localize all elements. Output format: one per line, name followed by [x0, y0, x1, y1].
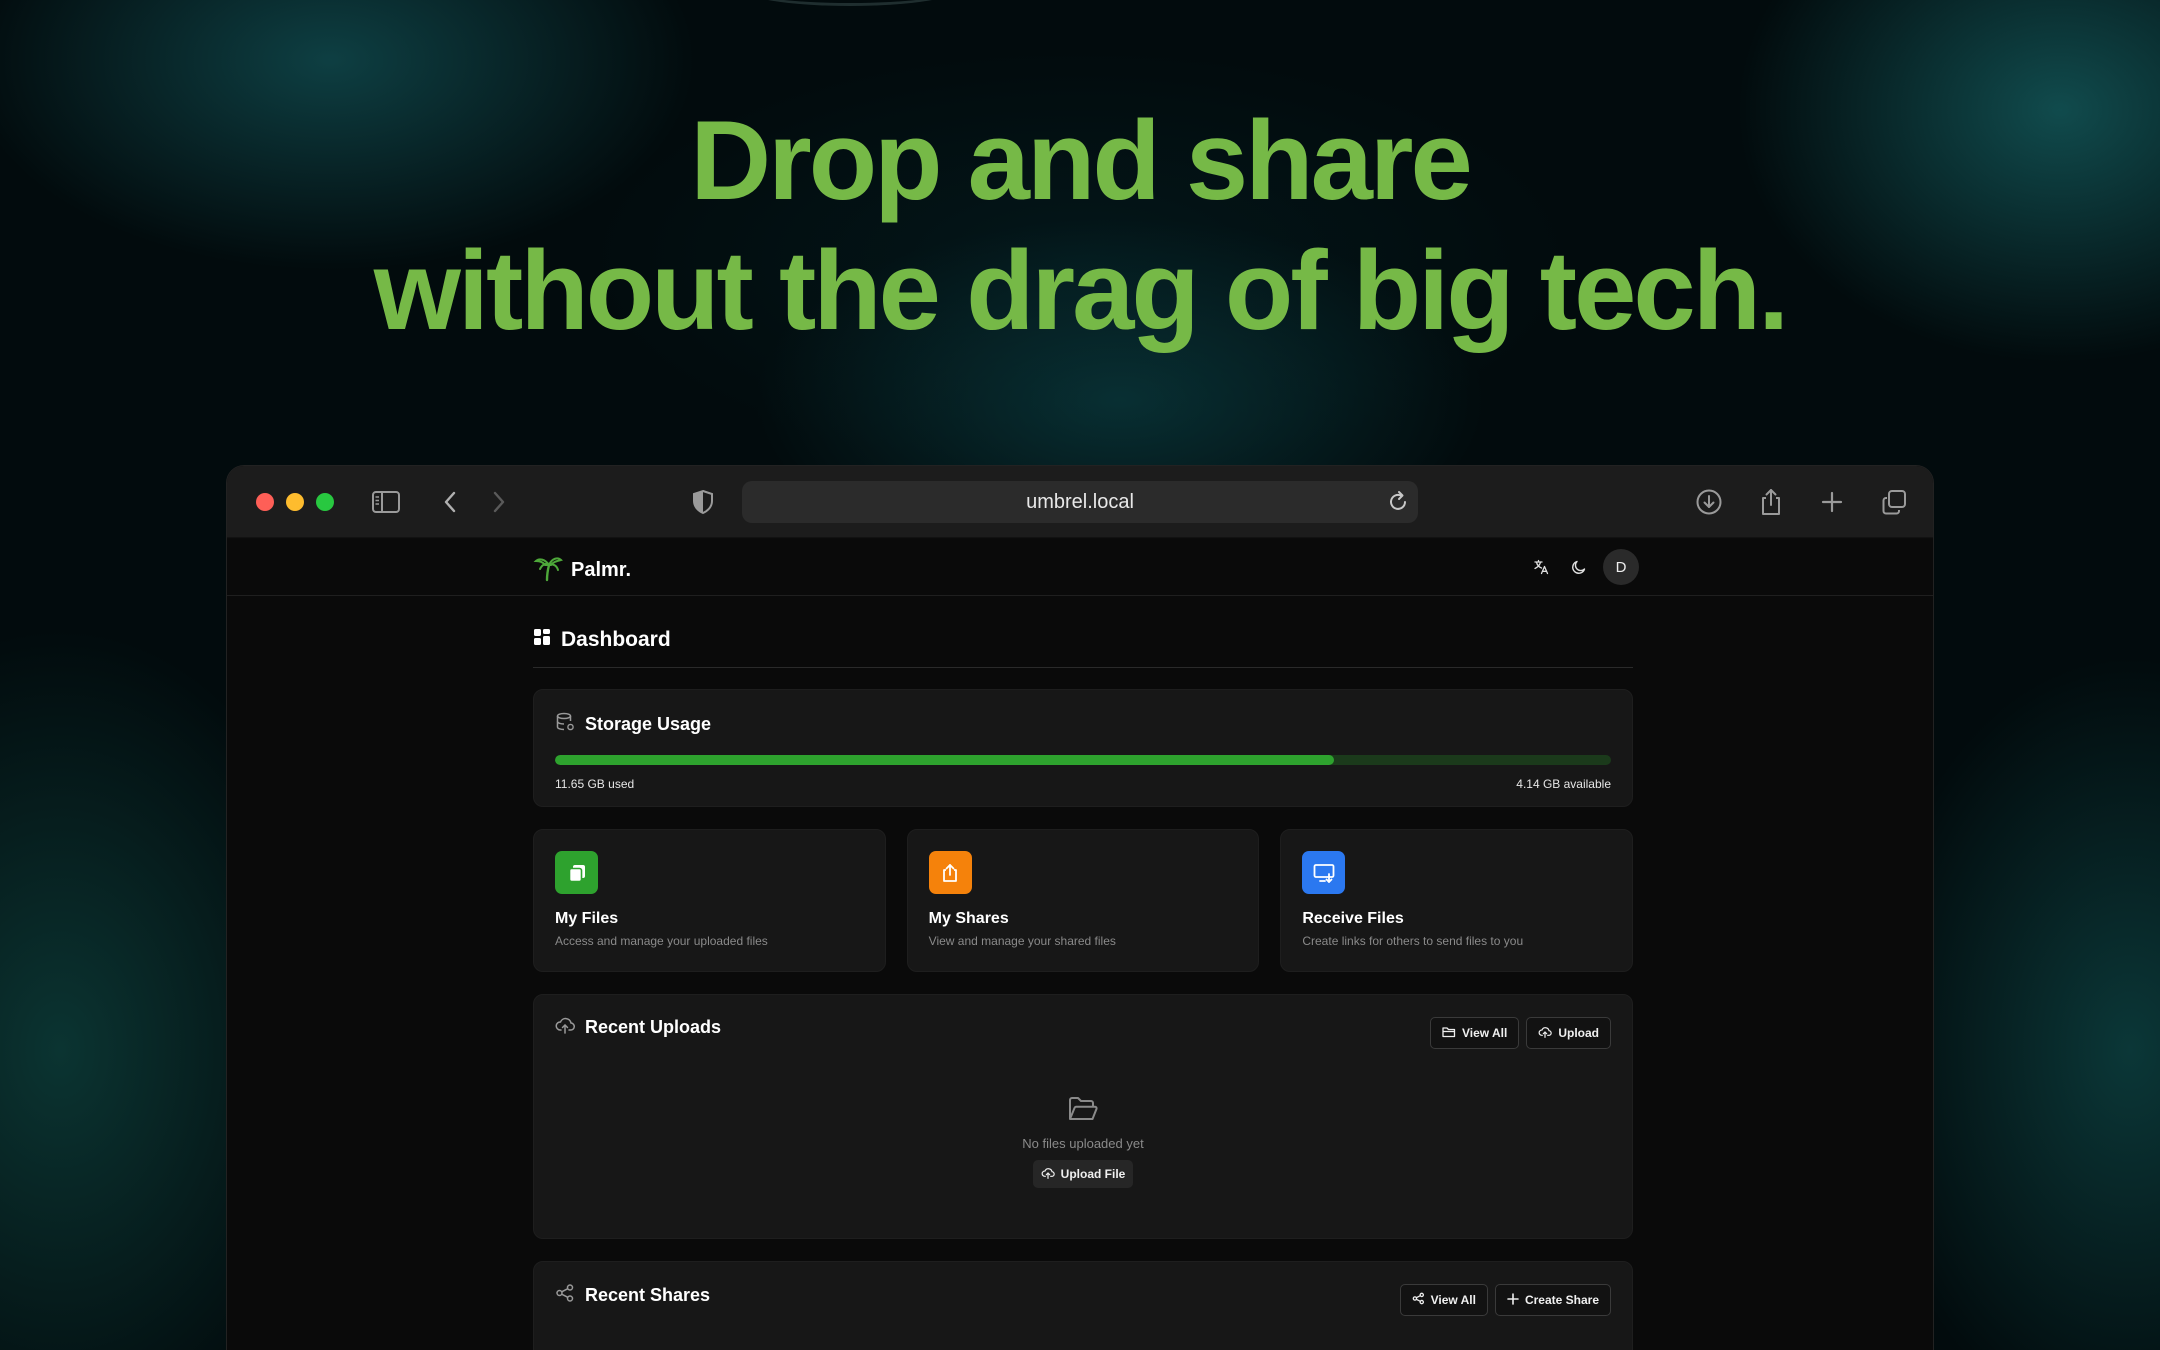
storage-usage-card: Storage Usage 11.65 GB used 4.14 GB avai… [533, 689, 1633, 807]
storage-usage-header: Storage Usage [555, 712, 1611, 737]
my-files-title: My Files [555, 910, 619, 927]
cloud-upload-icon [1538, 1026, 1553, 1041]
database-icon [555, 712, 575, 737]
storage-available-label: 4.14 GB available [1516, 777, 1611, 791]
receive-monitor-icon [1302, 851, 1346, 894]
storage-progress-bar [555, 755, 1611, 765]
empty-state: No files uploaded yet Upload File [534, 1095, 1632, 1188]
upload-label: Upload [1558, 1026, 1599, 1040]
reload-icon[interactable] [1386, 489, 1410, 521]
upload-file-button[interactable]: Upload File [1033, 1160, 1133, 1188]
recent-uploads-title: Recent Uploads [585, 1017, 722, 1037]
recent-uploads-actions: View All Upload [1429, 1017, 1611, 1049]
folder-open-icon [534, 1095, 1632, 1128]
recent-shares-actions: View All Create Share [1399, 1284, 1611, 1316]
share-icon[interactable] [1755, 486, 1787, 518]
view-all-shares-button[interactable]: View All [1399, 1284, 1488, 1316]
my-shares-description: View and manage your shared files [928, 934, 1116, 948]
empty-state-text: No files uploaded yet [1022, 1136, 1144, 1151]
storage-used-label: 11.65 GB used [555, 777, 635, 791]
view-all-uploads-button[interactable]: View All [1429, 1017, 1520, 1049]
downloads-icon[interactable] [1693, 486, 1725, 518]
app-logo[interactable]: Palmr. [533, 553, 631, 588]
files-icon [555, 851, 598, 894]
page-title: Dashboard [561, 627, 671, 651]
storage-labels: 11.65 GB used 4.14 GB available [555, 777, 1611, 791]
dashboard-header: Dashboard [533, 596, 1633, 668]
moon-icon[interactable] [1565, 553, 1593, 581]
my-shares-title: My Shares [928, 910, 1009, 927]
my-shares-card[interactable]: My Shares View and manage your shared fi… [906, 829, 1260, 972]
folder-icon [1442, 1026, 1456, 1041]
cloud-upload-icon [1041, 1167, 1055, 1182]
translate-icon[interactable] [1527, 553, 1555, 581]
view-all-label: View All [1430, 1293, 1476, 1307]
quick-actions: My Files Access and manage your uploaded… [533, 829, 1634, 972]
app-name: Palmr. [571, 559, 632, 581]
browser-toolbar: umbrel.local [227, 466, 1933, 538]
upload-button[interactable]: Upload [1526, 1017, 1611, 1049]
privacy-shield-icon[interactable] [687, 486, 719, 518]
receive-files-title: Receive Files [1302, 910, 1404, 927]
storage-usage-title: Storage Usage [585, 714, 712, 734]
url-text: umbrel.local [1026, 490, 1134, 513]
header-actions: D [1527, 549, 1639, 585]
zoom-window-button[interactable] [316, 493, 334, 511]
palm-tree-icon [533, 553, 563, 588]
new-tab-icon[interactable] [1816, 486, 1848, 518]
app-page: Palmr. D Dashboard Storage Usage 11.65 G… [227, 539, 1933, 1350]
dashboard-content: Dashboard Storage Usage 11.65 GB used 4.… [533, 596, 1634, 1350]
upload-file-label: Upload File [1060, 1167, 1126, 1181]
my-files-description: Access and manage your uploaded files [555, 934, 768, 948]
receive-files-card[interactable]: Receive Files Create links for others to… [1280, 829, 1634, 972]
hero-headline-line-2: without the drag of big tech. [373, 228, 1789, 353]
sidebar-toggle-icon[interactable] [370, 486, 402, 518]
app-header: Palmr. D [227, 539, 1933, 596]
address-bar[interactable]: umbrel.local [742, 481, 1418, 523]
receive-files-description: Create links for others to send files to… [1302, 934, 1524, 948]
share-nodes-icon [555, 1283, 575, 1308]
share-nodes-icon [1412, 1292, 1425, 1308]
back-icon[interactable] [434, 486, 466, 518]
tab-overview-icon[interactable] [1878, 486, 1910, 518]
recent-shares-card: Recent Shares View All Create Share [533, 1261, 1633, 1350]
forward-icon[interactable] [483, 486, 515, 518]
minimize-window-button[interactable] [286, 493, 304, 511]
cloud-upload-icon [555, 1016, 575, 1039]
share-upload-icon [928, 851, 972, 894]
browser-window: umbrel.local Palmr. D Dashboard Storage … [226, 465, 1934, 1350]
recent-uploads-card: Recent Uploads View All Upload No files … [533, 994, 1633, 1239]
view-all-label: View All [1461, 1026, 1508, 1040]
create-share-label: Create Share [1524, 1293, 1599, 1307]
hero-headline-line-1: Drop and share [690, 98, 1473, 223]
close-window-button[interactable] [256, 493, 274, 511]
create-share-button[interactable]: Create Share [1494, 1284, 1611, 1316]
dashboard-grid-icon [533, 628, 551, 651]
my-files-card[interactable]: My Files Access and manage your uploaded… [533, 829, 886, 972]
plus-icon [1507, 1292, 1519, 1308]
user-avatar[interactable]: D [1603, 549, 1639, 585]
recent-shares-title: Recent Shares [585, 1285, 711, 1305]
storage-progress-fill [555, 755, 1335, 765]
